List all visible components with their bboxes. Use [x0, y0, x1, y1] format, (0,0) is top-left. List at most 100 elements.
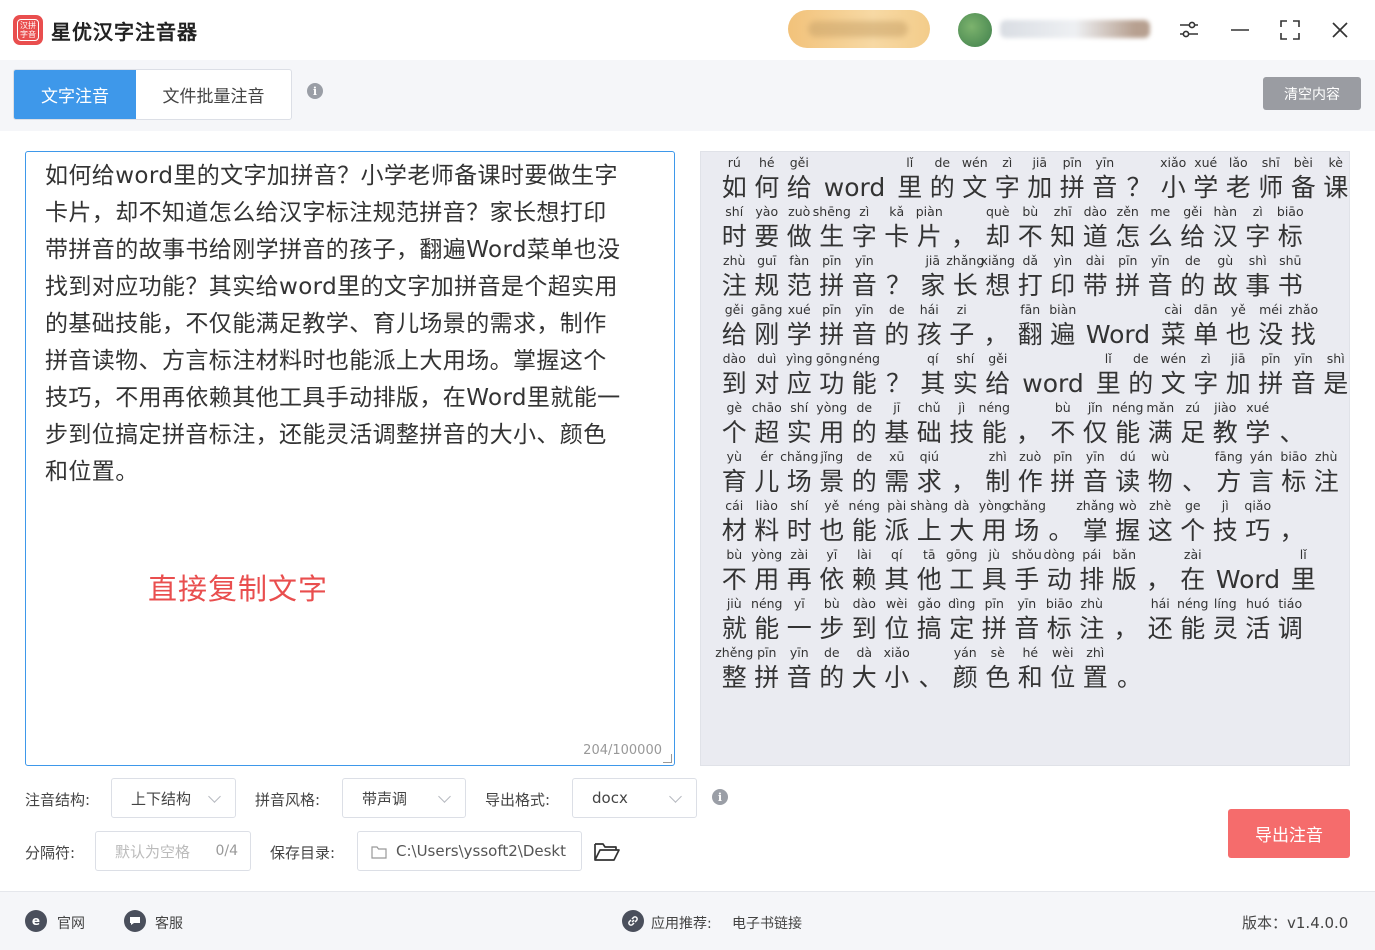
pinyin-syllable: chǎng — [780, 449, 819, 464]
clear-content-button[interactable]: 清空内容 — [1263, 77, 1361, 110]
pinyin-syllable: jiā — [1032, 155, 1048, 170]
hanzi-char: 到 — [851, 614, 877, 643]
hanzi-char: 片 — [916, 222, 942, 251]
pinyin-syllable: pīn — [984, 596, 1004, 611]
pinyin-syllable: pīn — [1053, 449, 1073, 464]
hanzi-char: 在 — [1180, 565, 1206, 594]
chat-icon[interactable] — [124, 910, 146, 932]
pinyin-cell: shàng 上 — [910, 497, 948, 546]
pinyin-cell: hé 和 — [1015, 644, 1046, 693]
ebook-link[interactable]: 电子书链接 — [732, 913, 802, 933]
input-line: 带拼音的故事书给刚学拼音的孩子，翻遍Word菜单也没 — [45, 237, 621, 263]
hanzi-char: 派 — [884, 516, 910, 545]
pinyin-syllable: yīn — [854, 302, 874, 317]
hanzi-char: 也 — [819, 516, 845, 545]
pinyin-syllable: de — [856, 400, 873, 415]
pinyin-cell: kè 课 — [1321, 154, 1350, 203]
pinyin-syllable: què — [985, 204, 1010, 219]
pinyin-cell: chǎng 场 — [1008, 497, 1046, 546]
hanzi-char: 他 — [916, 565, 942, 594]
support-link[interactable]: 客服 — [155, 913, 183, 933]
pinyin-syllable: fàn — [789, 253, 810, 268]
separator-input[interactable]: 默认为空格 0/4 — [95, 831, 251, 871]
pinyin-cell: zì 字 — [849, 203, 880, 252]
pinyin-cell: mǎn 满 — [1145, 399, 1176, 448]
pinyin-cell: de 的 — [1178, 252, 1209, 301]
pinyin-cell: yī 一 — [784, 595, 815, 644]
pinyin-cell: hàn 汉 — [1210, 203, 1241, 252]
info-icon[interactable]: i — [307, 83, 323, 99]
pinyin-cell: què 却 — [983, 203, 1014, 252]
pinyin-cell: xué 学 — [1243, 399, 1274, 448]
pinyin-syllable: dào — [722, 351, 746, 366]
pinyin-syllable: hàn — [1213, 204, 1237, 219]
vip-badge[interactable] — [788, 10, 930, 48]
minimize-icon[interactable] — [1224, 14, 1256, 46]
settings-icon[interactable] — [1173, 14, 1205, 46]
structure-select[interactable]: 上下结构 — [111, 778, 236, 818]
hanzi-char: 赖 — [851, 565, 877, 594]
close-icon[interactable] — [1324, 14, 1356, 46]
pinyin-syllable: néng — [751, 596, 783, 611]
export-button[interactable]: 导出注音 — [1228, 809, 1350, 858]
pinyin-cell: gè 个 — [719, 399, 750, 448]
pinyin-syllable: fāng — [1214, 449, 1243, 464]
hanzi-char: 技 — [1212, 516, 1238, 545]
avatar[interactable] — [958, 13, 992, 47]
save-dir-input[interactable]: C:\Users\yssoft2\Deskt — [357, 831, 582, 871]
chevron-down-icon — [208, 790, 221, 803]
pinyin-syllable: pài — [887, 498, 907, 513]
hanzi-char: 握 — [1115, 516, 1141, 545]
website-icon[interactable]: e — [25, 910, 47, 932]
input-line: 技巧，不用再依赖其他工具手动排版，在Word里就能一 — [45, 385, 621, 411]
hanzi-char: 色 — [985, 663, 1011, 692]
tab-batch-file-annotation[interactable]: 文件批量注音 — [136, 70, 291, 119]
pinyin-cell: shì 事 — [1243, 252, 1274, 301]
pinyin-cell: 、 — [1178, 448, 1212, 497]
hanzi-char: 的 — [1128, 369, 1154, 398]
export-format-select[interactable]: docx — [572, 778, 697, 818]
pinyin-cell: zhù 注 — [1311, 448, 1342, 497]
hanzi-char: 的 — [1180, 271, 1206, 300]
hanzi-char: 具 — [981, 565, 1007, 594]
folder-open-icon[interactable] — [593, 840, 621, 864]
pinyin-cell: fàn 范 — [784, 252, 815, 301]
hanzi-char: 刚 — [754, 320, 780, 349]
pinyin-cell: bù 不 — [719, 546, 750, 595]
pinyin-style-select[interactable]: 带声调 — [342, 778, 466, 818]
hanzi-char: 音 — [1014, 614, 1040, 643]
format-label: 导出格式: — [485, 791, 551, 809]
input-line: 的基础技能，不仅能满足教学、育儿场景的需求，制作 — [45, 311, 607, 337]
pinyin-syllable: de — [888, 302, 905, 317]
hanzi-char: 对 — [754, 369, 780, 398]
info-icon[interactable]: i — [712, 789, 728, 805]
text-input-area[interactable]: 如何给word里的文字加拼音？小学老师备课时要做生字 卡片，却不知道怎么给汉字标… — [25, 151, 675, 766]
hanzi-char: 言 — [1248, 467, 1274, 496]
hanzi-char: 手 — [1014, 565, 1040, 594]
website-link[interactable]: 官网 — [57, 913, 85, 933]
hanzi-char: 用 — [981, 516, 1007, 545]
pinyin-cell: pīn 拼 — [1048, 448, 1079, 497]
pinyin-syllable: zhè — [1149, 498, 1172, 513]
input-text[interactable]: 如何给word里的文字加拼音？小学老师备课时要做生字 卡片，却不知道怎么给汉字标… — [45, 158, 660, 491]
pinyin-cell: dìng 定 — [947, 595, 978, 644]
pinyin-row: dào 到 duì 对 yìng 应 gōng 功 néng 能？ qí 其 shí 实 gěi 给 word l… — [719, 350, 1349, 399]
pinyin-syllable: qí — [891, 547, 903, 562]
maximize-icon[interactable] — [1274, 14, 1306, 46]
pinyin-cell: zhǎo 找 — [1288, 301, 1319, 350]
pinyin-cell: kǎ 卡 — [882, 203, 913, 252]
pinyin-cell: dòng 动 — [1044, 546, 1075, 595]
tab-text-annotation[interactable]: 文字注音 — [14, 70, 136, 119]
pinyin-cell: qí 其 — [882, 546, 913, 595]
hanzi-char: 材 — [721, 516, 747, 545]
pinyin-syllable: chāo — [751, 400, 782, 415]
user-name[interactable] — [1000, 20, 1150, 38]
hanzi-char: 的 — [851, 467, 877, 496]
pinyin-syllable: bǎn — [1112, 547, 1137, 562]
pinyin-syllable: shì — [1248, 253, 1267, 268]
pinyin-syllable: gěi — [988, 351, 1008, 366]
pinyin-cell: bèi 备 — [1288, 154, 1319, 203]
pinyin-cell: zhè 这 — [1145, 497, 1176, 546]
resize-handle-icon[interactable] — [663, 754, 672, 763]
pinyin-syllable: shī — [1261, 155, 1280, 170]
